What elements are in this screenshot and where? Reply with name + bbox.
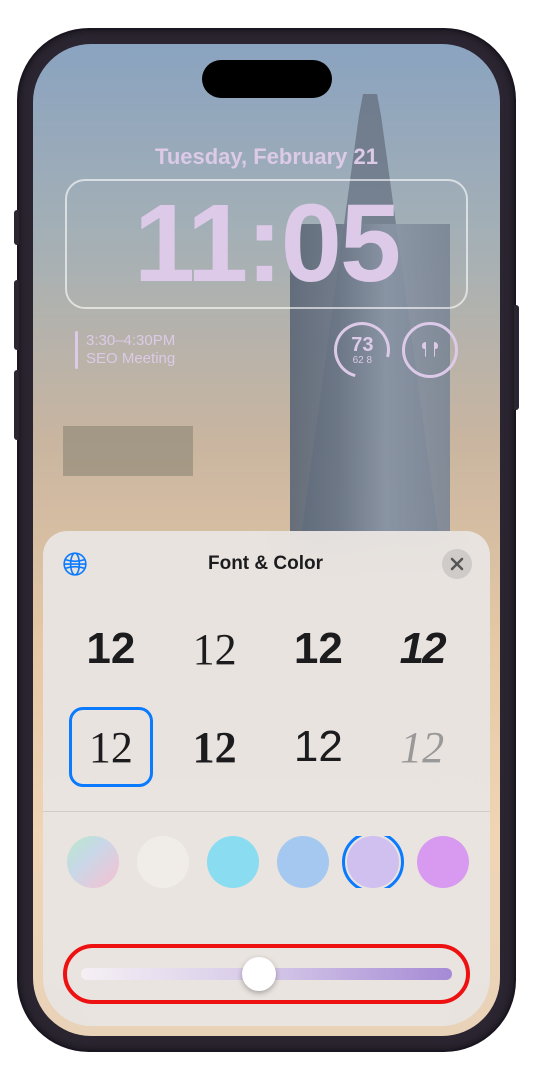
- widget-row[interactable]: 3:30–4:30PM SEO Meeting 73 62 8: [75, 322, 458, 378]
- airpods-icon: [418, 338, 442, 362]
- font-option-3[interactable]: 12: [380, 609, 464, 689]
- calendar-time: 3:30–4:30PM: [86, 332, 175, 350]
- weather-ring-icon: 73 62 8: [324, 312, 400, 388]
- panel-title: Font & Color: [208, 553, 323, 575]
- font-grid: 12 12 12 12 12 12 12 12: [61, 609, 472, 787]
- clock-widget[interactable]: 11:05: [65, 179, 468, 309]
- close-button[interactable]: [442, 549, 472, 579]
- screen: Tuesday, February 21 11:05 3:30–4:30PM S…: [33, 44, 500, 1036]
- power-button: [514, 305, 519, 410]
- slider-thumb[interactable]: [242, 957, 276, 991]
- font-option-1[interactable]: 12: [173, 609, 257, 689]
- saturation-slider[interactable]: [81, 968, 452, 980]
- calendar-bar-icon: [75, 331, 78, 369]
- close-icon: [450, 557, 464, 571]
- weather-widget[interactable]: 73 62 8: [334, 322, 390, 378]
- color-swatch-2[interactable]: [207, 836, 259, 888]
- color-swatch-0[interactable]: [67, 836, 119, 888]
- language-button[interactable]: [61, 550, 89, 578]
- panel-header: Font & Color: [61, 549, 472, 579]
- volume-up-button: [14, 280, 19, 350]
- globe-icon: [62, 551, 88, 577]
- color-swatch-3[interactable]: [277, 836, 329, 888]
- calendar-widget[interactable]: 3:30–4:30PM SEO Meeting: [75, 331, 322, 369]
- slider-callout: [63, 944, 470, 1004]
- font-option-0[interactable]: 12: [69, 609, 153, 689]
- clock-time: 11:05: [134, 189, 399, 299]
- calendar-event: SEO Meeting: [86, 350, 175, 368]
- weather-temp: 73: [351, 335, 373, 355]
- lockscreen-date[interactable]: Tuesday, February 21: [33, 144, 500, 170]
- airpods-widget[interactable]: [402, 322, 458, 378]
- font-option-5[interactable]: 12: [173, 707, 257, 787]
- wallpaper-building: [63, 426, 193, 476]
- mute-switch: [14, 210, 19, 245]
- color-row: [61, 836, 472, 888]
- divider: [43, 811, 490, 812]
- color-swatch-5[interactable]: [417, 836, 469, 888]
- color-swatch-4[interactable]: [347, 836, 399, 888]
- dynamic-island: [202, 60, 332, 98]
- font-color-panel: Font & Color 12 12 12 12 12 12 12 12: [43, 531, 490, 1026]
- font-option-6[interactable]: 12: [277, 707, 361, 787]
- font-option-2[interactable]: 12: [277, 609, 361, 689]
- volume-down-button: [14, 370, 19, 440]
- color-swatch-1[interactable]: [137, 836, 189, 888]
- font-option-4[interactable]: 12: [69, 707, 153, 787]
- phone-frame: Tuesday, February 21 11:05 3:30–4:30PM S…: [19, 30, 514, 1050]
- font-option-7[interactable]: 12: [380, 707, 464, 787]
